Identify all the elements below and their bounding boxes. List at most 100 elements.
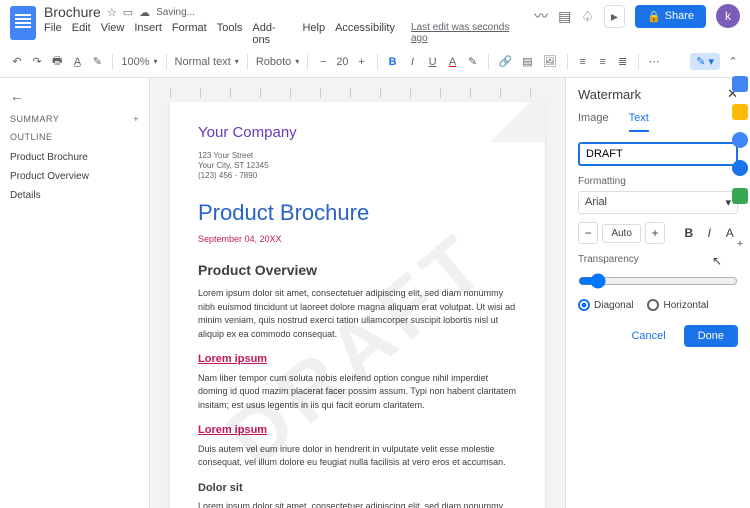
menu-edit[interactable]: Edit (72, 22, 91, 46)
comment-icon[interactable]: ▤ (520, 53, 534, 70)
add-icon[interactable]: + (732, 238, 748, 250)
spellcheck-icon[interactable]: A̲ (70, 54, 84, 70)
add-summary-icon[interactable]: + (133, 114, 139, 124)
watermark-panel: Watermark✕ Image Text Formatting Arial▾ … (565, 78, 750, 508)
header: Brochure ☆ ▭ ☁ Saving... File Edit View … (0, 0, 750, 46)
transparency-label: Transparency (578, 254, 738, 265)
tab-image[interactable]: Image (578, 112, 609, 132)
cancel-button[interactable]: Cancel (621, 325, 675, 347)
paint-icon[interactable]: ✎ (90, 53, 104, 70)
done-button[interactable]: Done (684, 325, 738, 347)
contacts-icon[interactable] (732, 160, 748, 176)
radio-diagonal[interactable]: Diagonal (578, 299, 633, 311)
company-heading[interactable]: Your Company (198, 122, 517, 145)
outline-item[interactable]: Details (10, 186, 139, 205)
paragraph[interactable]: Lorem ipsum dolor sit amet, consectetuer… (198, 500, 517, 508)
size-inc[interactable]: + (645, 222, 665, 244)
text-color-icon[interactable]: A (446, 54, 460, 70)
document-title[interactable]: Brochure (44, 4, 101, 20)
align-icon[interactable]: ≡ (576, 54, 590, 70)
cloud-icon: ☁ (139, 6, 150, 19)
ruler[interactable] (170, 88, 545, 98)
last-edit-link[interactable]: Last edit was seconds ago (411, 22, 526, 46)
maps-icon[interactable] (732, 188, 748, 204)
bold-toggle[interactable]: B (681, 226, 697, 240)
save-status: Saving... (156, 7, 195, 18)
print-icon[interactable]: 🖶 (50, 50, 64, 73)
font-dec[interactable]: − (316, 54, 330, 70)
zoom-select[interactable]: 100% (121, 56, 157, 68)
editing-mode[interactable]: ✎ ▾ (690, 53, 720, 70)
font-inc[interactable]: + (355, 54, 369, 70)
image-icon[interactable]: 🖼 (541, 53, 559, 70)
page-corner (475, 102, 545, 142)
calendar-icon[interactable] (732, 76, 748, 92)
doc-date[interactable]: September 04, 20XX (198, 233, 517, 247)
style-select[interactable]: Normal text (175, 56, 239, 68)
bold-icon[interactable]: B (386, 54, 400, 70)
formatting-label: Formatting (578, 176, 738, 187)
page[interactable]: DRAFT Your Company 123 Your StreetYour C… (170, 102, 545, 508)
menu-view[interactable]: View (101, 22, 125, 46)
font-size[interactable]: 20 (336, 56, 348, 68)
panel-title: Watermark (578, 87, 641, 102)
list-icon[interactable]: ≣ (616, 53, 630, 70)
paragraph[interactable]: Nam liber tempor cum soluta nobis eleife… (198, 372, 517, 413)
font-select[interactable]: Arial▾ (578, 191, 738, 214)
size-dec[interactable]: − (578, 222, 598, 244)
outline-item[interactable]: Product Overview (10, 167, 139, 186)
italic-icon[interactable]: I (406, 54, 420, 70)
menu-accessibility[interactable]: Accessibility (335, 22, 395, 46)
title-area: Brochure ☆ ▭ ☁ Saving... File Edit View … (44, 4, 526, 46)
undo-icon[interactable]: ↶ (10, 53, 24, 70)
address[interactable]: 123 Your StreetYour City, ST 12345(123) … (198, 151, 517, 182)
subheading[interactable]: Lorem ipsum (198, 351, 517, 368)
tasks-icon[interactable] (732, 132, 748, 148)
link-icon[interactable]: 🔗 (497, 53, 515, 70)
menu-insert[interactable]: Insert (134, 22, 162, 46)
heading-overview[interactable]: Product Overview (198, 260, 517, 281)
radio-horizontal[interactable]: Horizontal (647, 299, 708, 311)
back-icon[interactable]: ← (10, 88, 139, 104)
share-button[interactable]: 🔒Share (635, 5, 706, 28)
docs-logo-icon[interactable] (10, 6, 36, 40)
font-select[interactable]: Roboto (256, 56, 300, 68)
menu-tools[interactable]: Tools (217, 22, 243, 46)
heading-dolor[interactable]: Dolor sit (198, 480, 517, 497)
bell-icon[interactable]: ♤ (581, 8, 594, 25)
subheading[interactable]: Lorem ipsum (198, 422, 517, 439)
doc-title[interactable]: Product Brochure (198, 196, 517, 229)
redo-icon[interactable]: ↷ (30, 53, 44, 70)
outline-sidebar: ← SUMMARY + OUTLINE Product Brochure Prod… (0, 78, 150, 508)
underline-icon[interactable]: U (426, 54, 440, 70)
highlight-icon[interactable]: ✎ (466, 53, 480, 70)
tab-text[interactable]: Text (629, 112, 649, 132)
italic-toggle[interactable]: I (701, 226, 717, 240)
side-panel: + (732, 76, 748, 250)
more-icon[interactable]: ⋯ (647, 53, 662, 70)
summary-label: SUMMARY (10, 114, 59, 124)
comments-icon[interactable]: ▤ (558, 8, 571, 25)
menu-file[interactable]: File (44, 22, 62, 46)
menu-help[interactable]: Help (302, 22, 325, 46)
move-icon[interactable]: ▭ (123, 6, 133, 19)
menu-format[interactable]: Format (172, 22, 207, 46)
size-auto[interactable]: Auto (602, 224, 641, 243)
document-area[interactable]: DRAFT Your Company 123 Your StreetYour C… (150, 78, 565, 508)
menubar: File Edit View Insert Format Tools Add-o… (44, 22, 526, 46)
outline-label: OUTLINE (10, 132, 139, 142)
menu-addons[interactable]: Add-ons (252, 22, 292, 46)
collapse-icon[interactable]: ⌃ (726, 53, 740, 70)
present-icon[interactable]: ▸ (604, 5, 625, 28)
toolbar: ↶ ↷ 🖶 A̲ ✎ 100% Normal text Roboto − 20 … (0, 46, 750, 78)
watermark-input[interactable] (578, 142, 738, 166)
paragraph[interactable]: Duis autem vel eum iriure dolor in hendr… (198, 443, 517, 470)
transparency-slider[interactable] (578, 273, 738, 289)
avatar[interactable]: k (716, 4, 740, 28)
trend-icon[interactable]: 〰 (534, 6, 548, 26)
keep-icon[interactable] (732, 104, 748, 120)
paragraph[interactable]: Lorem ipsum dolor sit amet, consectetuer… (198, 287, 517, 341)
star-icon[interactable]: ☆ (107, 6, 117, 19)
spacing-icon[interactable]: ≡ (596, 54, 610, 70)
outline-item[interactable]: Product Brochure (10, 148, 139, 167)
